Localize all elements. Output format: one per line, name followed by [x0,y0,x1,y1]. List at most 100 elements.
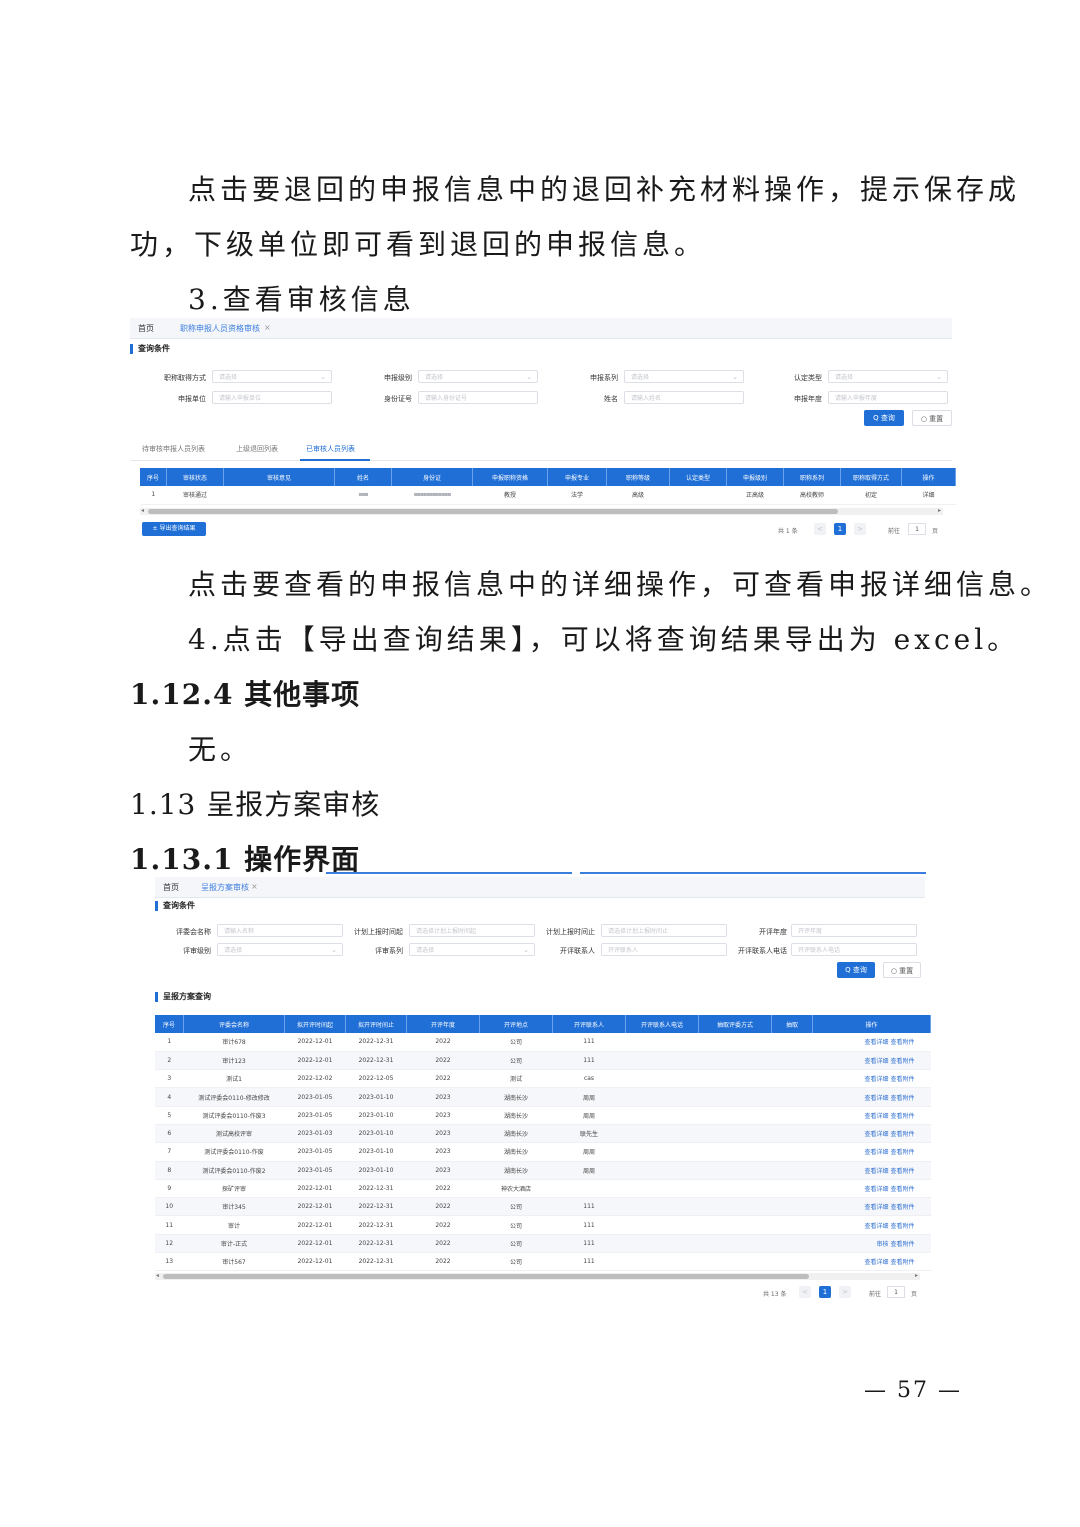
view-detail-link[interactable]: 查看详细 [865,1223,889,1230]
view-detail-link[interactable]: 查看详细 [865,1259,889,1266]
view-detail-link[interactable]: 查看详细 [865,1131,889,1138]
goto-page-input[interactable]: 1 [887,1286,905,1298]
scroll-left-icon[interactable]: ◂ [156,1272,159,1279]
prev-page-button[interactable]: < [814,523,826,535]
page-1-button[interactable]: 1 [834,523,846,535]
crumb-current-page[interactable]: 呈报方案审核 [201,882,249,893]
view-attachment-link[interactable]: 查看附件 [890,1241,914,1248]
select-field[interactable]: 请选择 ⌄ [212,370,332,383]
input-field[interactable]: 开评联系人 [601,943,727,956]
next-page-button[interactable]: > [854,523,866,535]
crumb-current-page[interactable]: 职称申报人员资格审核 [180,323,260,334]
column-header[interactable]: 操作 [901,468,956,486]
view-attachment-link[interactable]: 查看附件 [890,1223,914,1230]
view-detail-link[interactable]: 查看详细 [865,1095,889,1102]
view-attachment-link[interactable]: 查看附件 [890,1131,914,1138]
input-field[interactable]: 请选择计划上报时间止 [601,924,727,937]
horizontal-scrollbar[interactable]: ◂ ▸ [140,507,943,515]
view-attachment-link[interactable]: 查看附件 [890,1058,914,1065]
view-attachment-link[interactable]: 查看附件 [890,1168,914,1175]
select-field[interactable]: 请选择 ⌄ [409,943,535,956]
crumb-home[interactable]: 首页 [163,882,179,893]
goto-page-input[interactable]: 1 [908,523,926,535]
view-detail-link[interactable]: 查看详细 [865,1186,889,1193]
column-header[interactable]: 开评联系人电话 [625,1015,699,1033]
select-field[interactable]: 请选择 ⌄ [217,943,343,956]
view-attachment-link[interactable]: 查看附件 [890,1095,914,1102]
view-attachment-link[interactable]: 查看附件 [890,1149,914,1156]
view-attachment-link[interactable]: 查看附件 [890,1076,914,1083]
column-header[interactable]: 身份证 [391,468,473,486]
view-detail-link[interactable]: 查看详细 [865,1076,889,1083]
crumb-home[interactable]: 首页 [138,323,154,334]
scroll-right-icon[interactable]: ▸ [915,1272,918,1279]
column-header[interactable]: 开评年度 [406,1015,480,1033]
view-detail-link[interactable]: 查看详细 [865,1204,889,1211]
close-tab-icon[interactable]: × [251,882,258,891]
view-attachment-link[interactable]: 查看附件 [890,1204,914,1211]
column-header[interactable]: 审核状态 [166,468,224,486]
column-header[interactable]: 序号 [140,468,167,486]
decor-line-right [580,872,926,874]
column-header[interactable]: 操作 [812,1015,931,1033]
input-field[interactable]: 请选择计划上报时间起 [409,924,535,937]
select-field[interactable]: 请选择 ⌄ [828,370,948,383]
column-header[interactable]: 职称系列 [783,468,841,486]
select-field[interactable]: 请选择 ⌄ [418,370,538,383]
input-field[interactable]: 开评联系人电话 [791,943,917,956]
view-attachment-link[interactable]: 查看附件 [890,1039,914,1046]
input-field[interactable]: 请输入姓名 [624,391,744,404]
column-header[interactable]: 抽取 [771,1015,813,1033]
input-field[interactable]: 开评年度 [791,924,917,937]
column-header[interactable]: 申报职称资格 [472,468,548,486]
column-header[interactable]: 开评地点 [479,1015,553,1033]
prev-page-button[interactable]: < [799,1286,811,1298]
page-1-button[interactable]: 1 [819,1286,831,1298]
view-attachment-link[interactable]: 查看附件 [890,1259,914,1266]
column-header[interactable]: 申报级别 [726,468,784,486]
export-results-button[interactable]: ± 导出查询结果 [142,522,206,536]
close-tab-icon[interactable]: × [264,323,271,332]
column-header[interactable]: 职称等级 [606,468,670,486]
view-detail-link[interactable]: 查看详细 [865,1168,889,1175]
tab-audited[interactable]: 已审核人员列表 [306,444,355,454]
input-field[interactable]: 请输入申报单位 [212,391,332,404]
scrollbar-thumb[interactable] [163,1274,809,1279]
select-field[interactable]: 请选择 ⌄ [624,370,744,383]
view-detail-link[interactable]: 查看详细 [865,1039,889,1046]
column-header[interactable]: 拟开评时间起 [284,1015,346,1033]
horizontal-scrollbar[interactable]: ◂ ▸ [155,1272,920,1280]
reset-button[interactable]: ○ 重置 [912,410,952,426]
view-attachment-link[interactable]: 查看附件 [890,1186,914,1193]
column-header[interactable]: 姓名 [334,468,392,486]
column-header[interactable]: 评委会名称 [183,1015,285,1033]
scrollbar-thumb[interactable] [148,509,838,514]
column-header[interactable]: 认定类型 [669,468,727,486]
table-cell: 9 [155,1179,184,1199]
view-detail-link[interactable]: 查看详细 [865,1058,889,1065]
view-detail-link[interactable]: 审核 [877,1241,889,1248]
column-header[interactable]: 抽取评委方式 [698,1015,772,1033]
reset-button[interactable]: ○ 重置 [883,962,921,978]
input-field[interactable]: 请输入申报年度 [828,391,948,404]
column-header[interactable]: 拟开评时间止 [345,1015,407,1033]
scroll-right-icon[interactable]: ▸ [938,507,941,514]
tab-returned[interactable]: 上级退回列表 [236,444,278,454]
input-field[interactable]: 请输入身份证号 [418,391,538,404]
column-header[interactable]: 开评联系人 [552,1015,626,1033]
view-detail-link[interactable]: 查看详细 [865,1113,889,1120]
column-header[interactable]: 审核意见 [223,468,335,486]
column-header[interactable]: 序号 [155,1015,184,1033]
input-field[interactable]: 请输入名称 [217,924,343,937]
next-page-button[interactable]: > [839,1286,851,1298]
query-button[interactable]: Q 查询 [837,962,875,978]
table-cell[interactable]: 详细 [901,486,956,505]
column-header[interactable]: 申报专业 [547,468,607,486]
table-cell: 湖南长沙 [479,1087,553,1107]
column-header[interactable]: 职称取得方式 [840,468,902,486]
view-attachment-link[interactable]: 查看附件 [890,1113,914,1120]
tab-pending[interactable]: 待审核申报人员列表 [142,444,205,454]
scroll-left-icon[interactable]: ◂ [141,507,144,514]
view-detail-link[interactable]: 查看详细 [865,1149,889,1156]
query-button[interactable]: Q 查询 [864,410,904,426]
